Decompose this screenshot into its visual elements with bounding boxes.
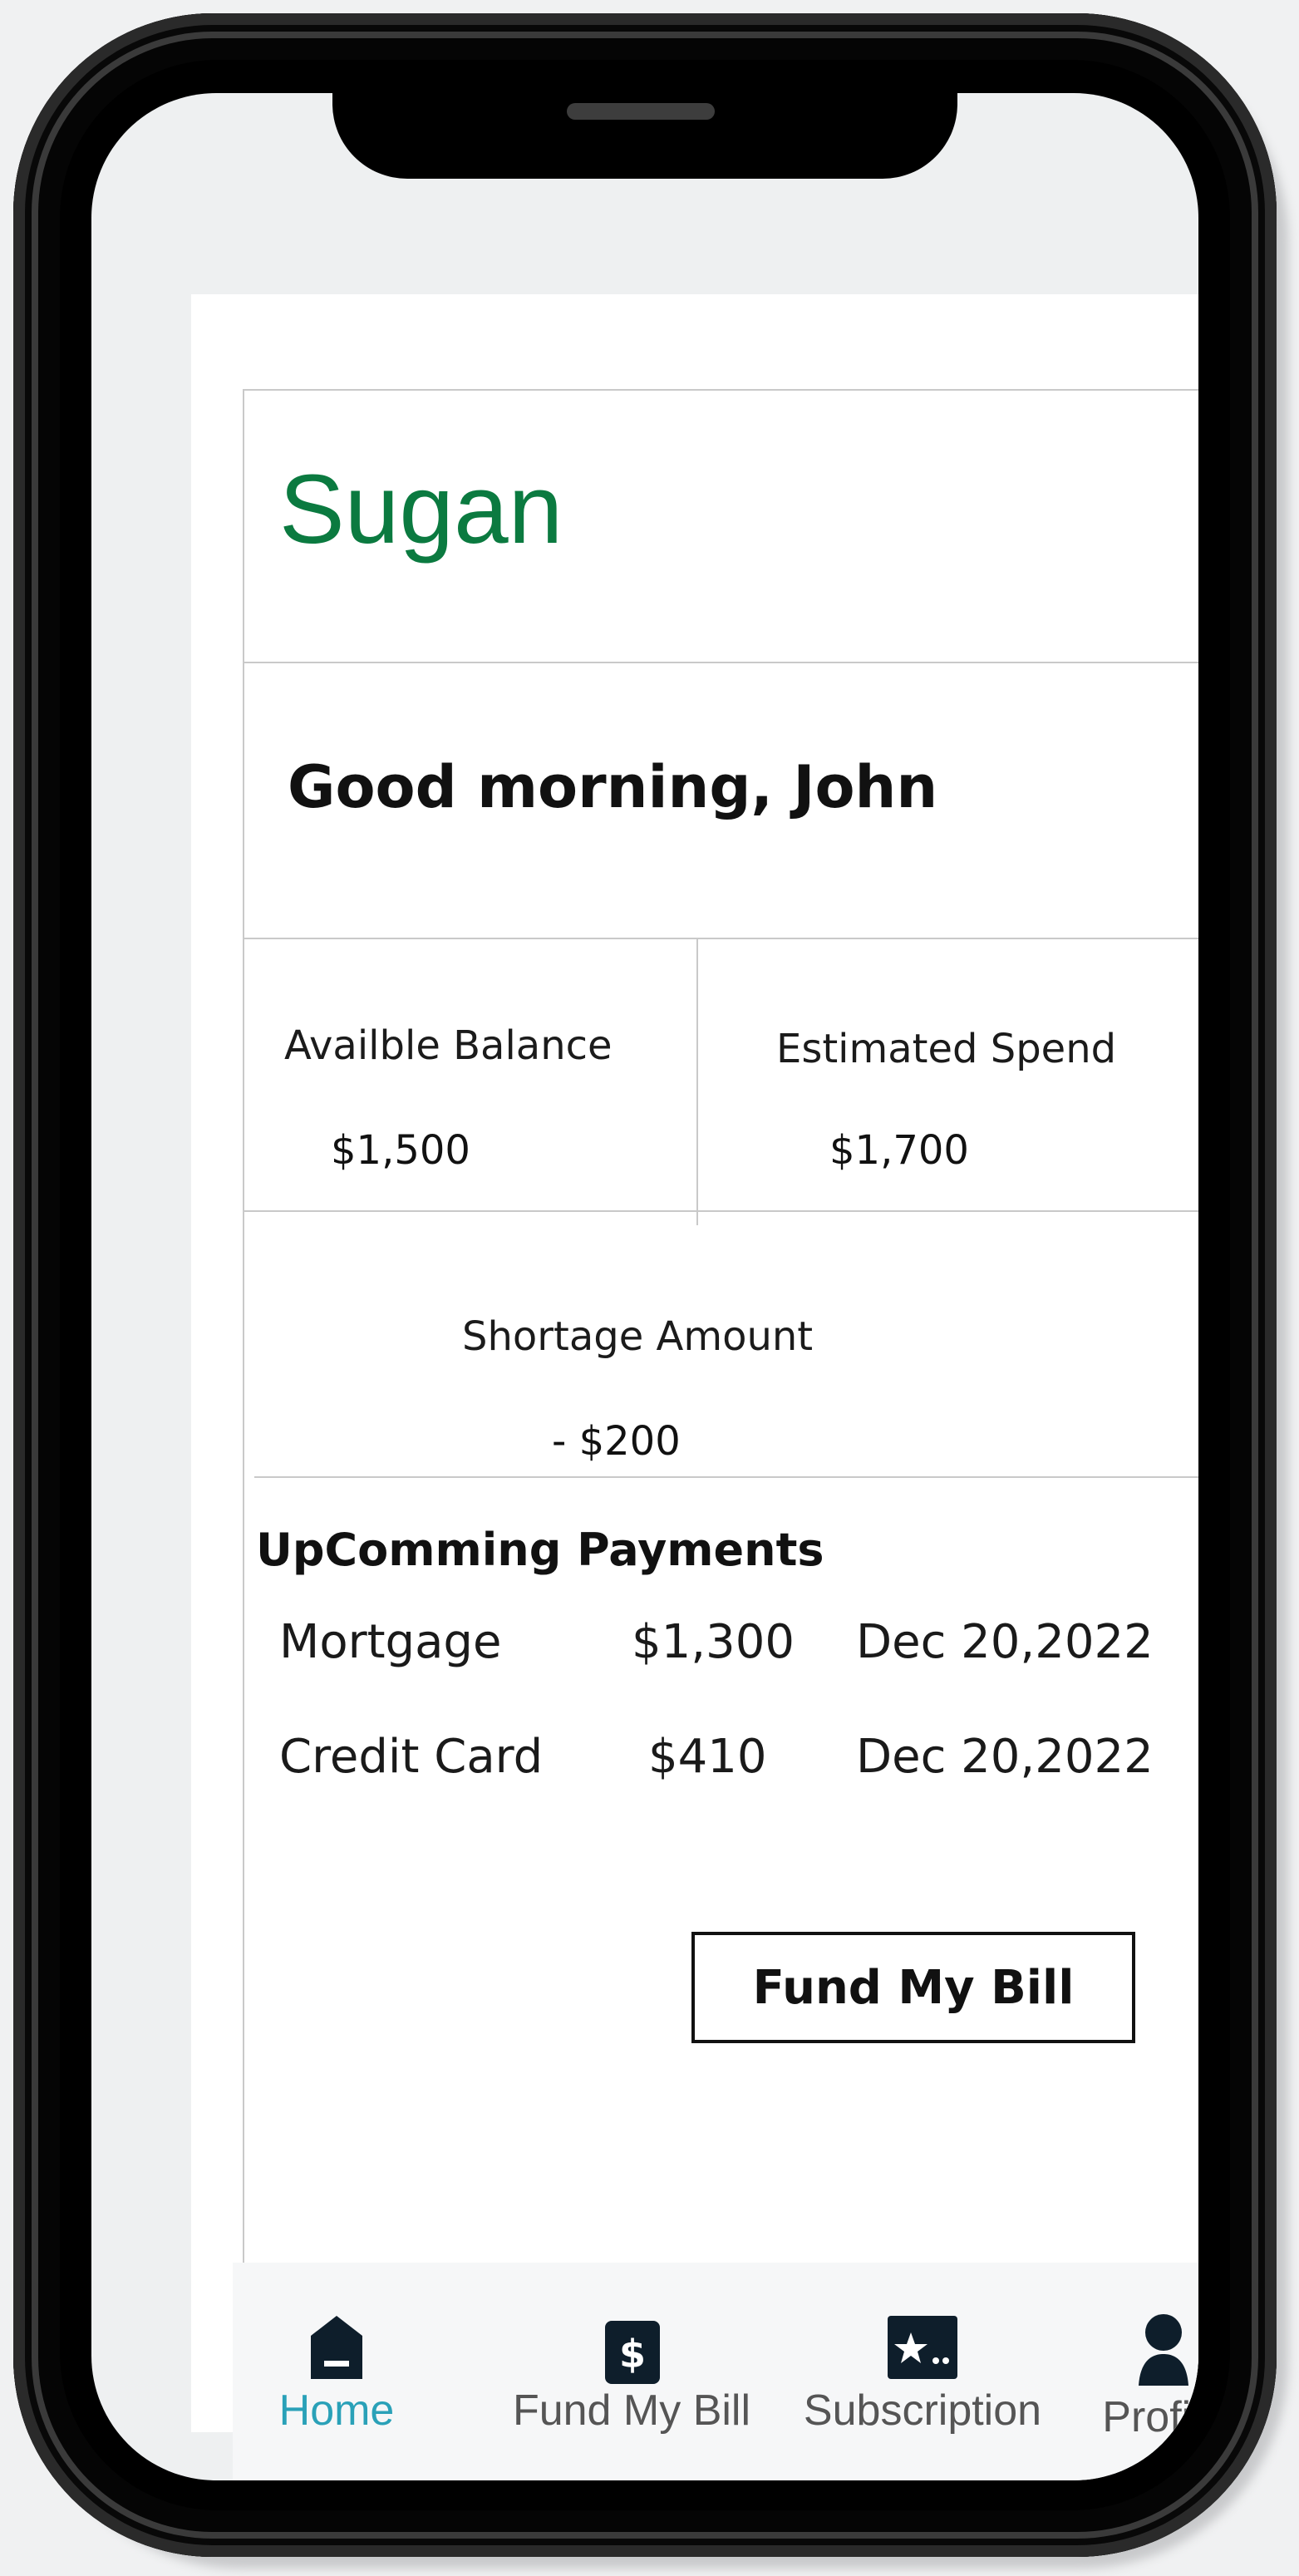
payment-name: Credit Card [279,1730,544,1784]
available-balance-value: $1,500 [331,1127,470,1174]
shortage-label: Shortage Amount [462,1313,814,1360]
divider [696,939,698,1225]
app-brand: Sugan [279,455,563,564]
shortage-value: - $200 [552,1418,681,1465]
nav-label: Home [278,2386,395,2435]
available-balance-label: Availble Balance [284,1022,613,1069]
nav-item-profile[interactable]: Profile [1064,2263,1198,2480]
nav-label: Profile [1102,2393,1198,2441]
payment-amount: $1,300 [632,1615,795,1669]
divider [244,1210,1198,1212]
speaker-grille [567,103,715,120]
payment-amount: $410 [648,1730,767,1784]
payment-name: Mortgage [279,1615,502,1669]
greeting-text: Good morning, John [288,753,938,821]
payment-date: Dec 20,2022 [856,1730,1154,1784]
svg-text:$: $ [619,2332,646,2377]
nav-label: Fund My Bill [512,2386,751,2435]
fund-my-bill-button[interactable]: Fund My Bill [691,1932,1135,2043]
dollar-icon: $ [605,2321,660,2384]
divider [244,938,1198,939]
divider [254,1476,1198,1478]
phone-notch [332,66,957,179]
divider [244,662,1198,663]
home-icon [311,2316,362,2379]
upcoming-payments-title: UpComming Payments [256,1524,824,1576]
bottom-nav: Home $ Fund My Bill Subscription Profil [233,2263,1198,2480]
subscription-star-icon [888,2316,957,2379]
estimated-spend-label: Estimated Spend [776,1026,1117,1072]
nav-item-subscription[interactable]: Subscription [781,2263,1064,2480]
nav-label: Subscription [803,2386,1042,2435]
nav-item-home[interactable]: Home [241,2263,432,2480]
phone-screen: Sugan Good morning, John Availble Balanc… [91,93,1198,2480]
person-icon [1139,2314,1188,2386]
estimated-spend-value: $1,700 [829,1127,969,1174]
app-content: Sugan Good morning, John Availble Balanc… [191,294,1198,2480]
nav-item-fund-my-bill[interactable]: $ Fund My Bill [482,2263,781,2480]
payment-date: Dec 20,2022 [856,1615,1154,1669]
